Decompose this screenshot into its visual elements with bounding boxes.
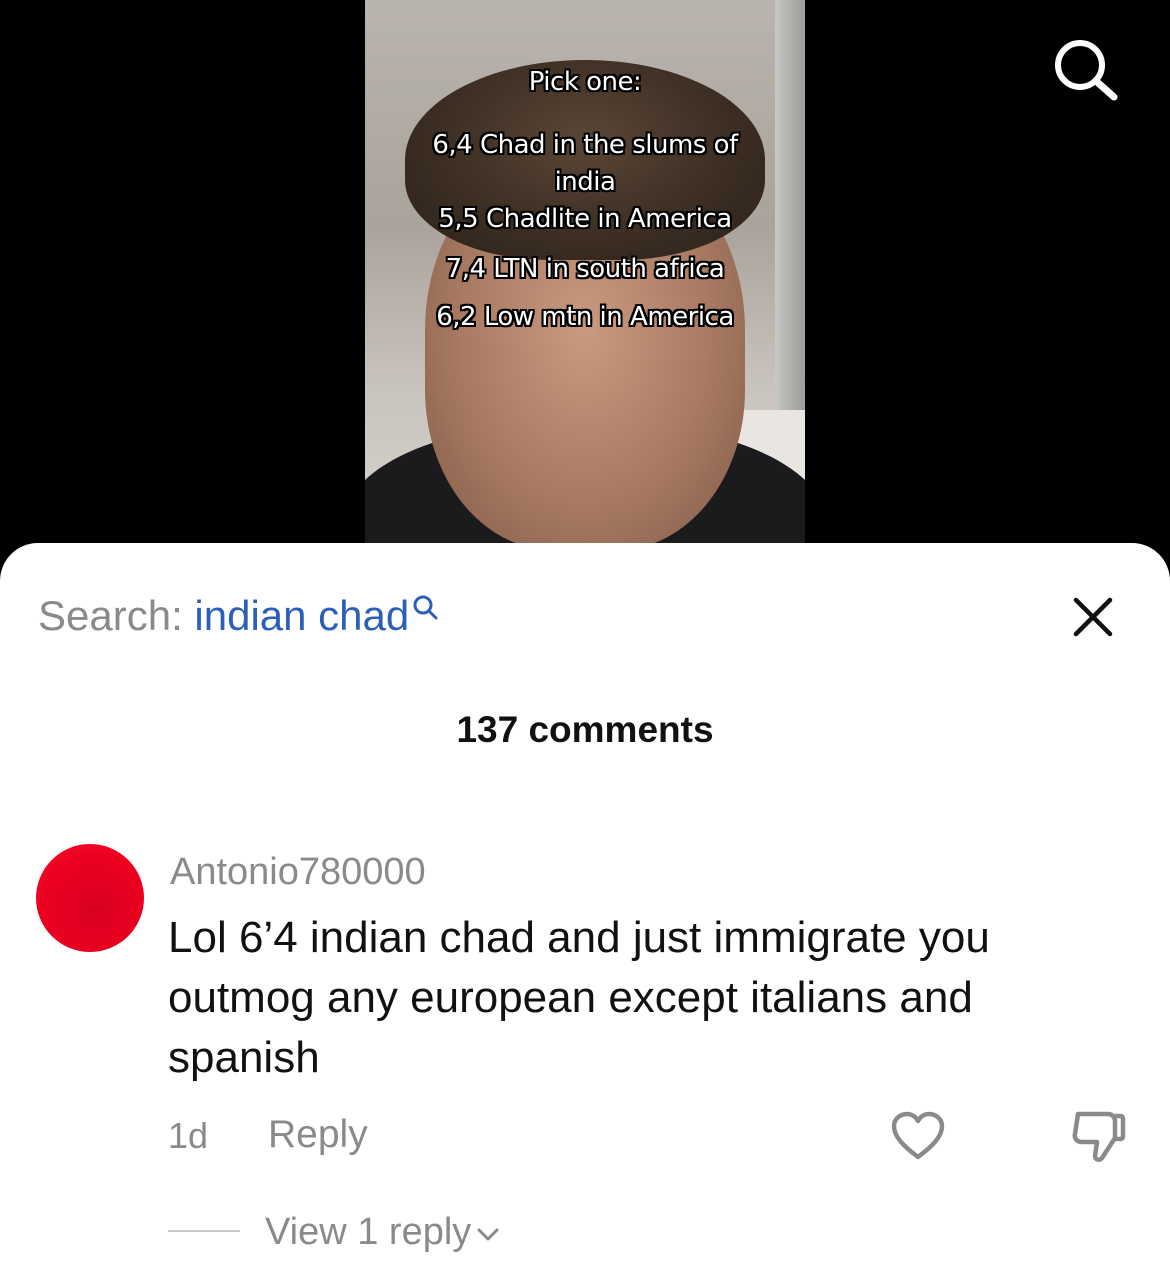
video-area[interactable]: Pick one: 6,4 Chad in the slums of india… <box>0 0 1170 560</box>
overlay-option-1-cont: india <box>554 167 616 197</box>
heart-icon[interactable] <box>890 1110 946 1162</box>
view-replies-button[interactable]: View 1 reply <box>265 1207 501 1257</box>
comment-count: 137 comments <box>456 709 714 750</box>
search-icon <box>413 595 438 620</box>
chevron-down-icon <box>477 1228 499 1241</box>
reply-button[interactable]: Reply <box>268 1110 368 1160</box>
dislike-icon[interactable] <box>1068 1108 1128 1164</box>
comment-timestamp: 1d <box>168 1115 209 1156</box>
overlay-option-3: 7,4 LTN in south africa <box>445 254 725 284</box>
search-icon[interactable] <box>1050 35 1120 105</box>
comment-username[interactable]: Antonio780000 <box>170 848 426 896</box>
video-frame[interactable]: Pick one: 6,4 Chad in the slums of india… <box>365 0 805 560</box>
search-term-link[interactable]: indian chad <box>194 592 409 639</box>
overlay-heading: Pick one: <box>528 67 642 97</box>
search-suggestion[interactable]: Search: indian chad <box>38 588 441 644</box>
reply-divider <box>168 1230 240 1232</box>
avatar[interactable] <box>36 844 144 952</box>
overlay-option-4: 6,2 Low mtn in America <box>436 302 734 332</box>
view-replies-label: View 1 reply <box>265 1211 472 1253</box>
search-label: Search: <box>38 592 183 639</box>
comment-text: Lol 6’4 indian chad and just immigrate y… <box>168 913 990 1082</box>
close-icon[interactable] <box>1068 592 1118 642</box>
overlay-option-1: 6,4 Chad in the slums of <box>432 130 738 160</box>
overlay-option-2: 5,5 Chadlite in America <box>438 204 732 234</box>
